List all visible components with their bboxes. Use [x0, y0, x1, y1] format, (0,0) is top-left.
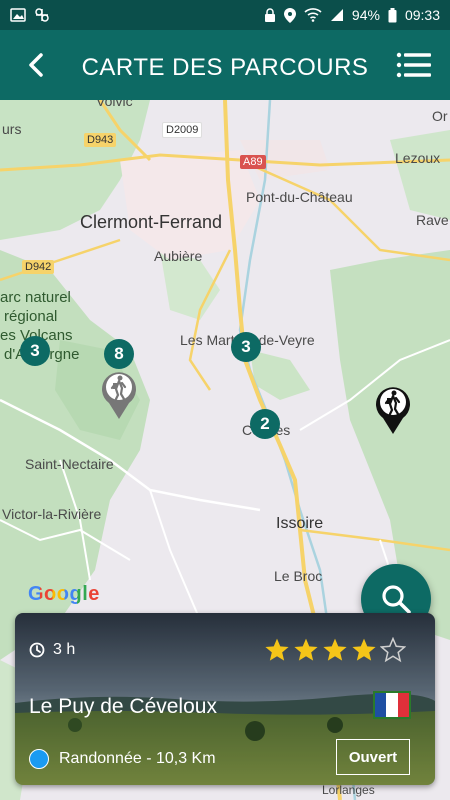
place-label: Victor-la-Rivière: [2, 506, 102, 522]
star-filled-icon: [323, 638, 347, 661]
place-label: urs: [2, 121, 22, 137]
image-icon: [10, 8, 26, 22]
trail-cluster[interactable]: 3: [20, 336, 50, 366]
location-icon: [283, 7, 296, 23]
road-badge-d942: D942: [22, 260, 55, 274]
wifi-icon: [304, 8, 322, 22]
google-attribution: Google: [28, 583, 100, 606]
road-badge-d943: D943: [84, 133, 117, 147]
trail-cluster[interactable]: 2: [250, 409, 280, 439]
google-logo: Google: [28, 583, 100, 605]
rating-stars: [264, 637, 406, 663]
road-badge-d2009: D2009: [162, 122, 203, 138]
star-filled-icon: [352, 638, 376, 661]
trail-type: Randonnée - 10,3 Km: [29, 749, 216, 769]
star-empty-icon: [380, 637, 406, 663]
place-label: Le Broc: [274, 568, 323, 584]
place-label: Clermont-Ferrand: [80, 212, 223, 232]
app-notification-icon: [35, 8, 49, 22]
park-label: arc naturel: [0, 289, 71, 306]
place-label: Lorlanges: [322, 783, 375, 797]
page-title: CARTE DES PARCOURS: [81, 54, 369, 81]
trail-title: Le Puy de Céveloux: [29, 695, 217, 718]
lock-icon: [264, 8, 275, 22]
menu-button[interactable]: [396, 52, 432, 78]
hiker-marker-icon: [376, 387, 410, 434]
place-label: Or: [432, 108, 448, 124]
search-icon: [382, 585, 411, 614]
star-filled-icon: [294, 638, 318, 661]
place-label: Issoire: [276, 515, 324, 532]
trail-duration: 3 h: [29, 641, 75, 659]
hiker-marker-icon: [102, 372, 136, 419]
signal-icon: [330, 9, 343, 21]
france-flag-icon: [373, 691, 411, 719]
place-label: Saint-Nectaire: [25, 456, 114, 472]
trail-card[interactable]: 3 h Le Puy de Céveloux Randonnée - 10,3 …: [15, 613, 435, 785]
battery-level: 94%: [351, 7, 380, 23]
hiker-pin-selected[interactable]: [100, 368, 138, 425]
place-label: Aubière: [154, 248, 203, 264]
type-dot: [29, 749, 49, 769]
status-bar: 94% 09:33: [0, 0, 450, 30]
place-label: Pont-du-Château: [246, 189, 353, 205]
clock: 09:33: [404, 7, 440, 23]
battery-icon: [388, 7, 397, 22]
place-label: Lezoux: [395, 150, 441, 166]
clock-icon: [29, 642, 45, 658]
place-label: Rave: [416, 212, 449, 228]
place-label: Volvic: [96, 100, 133, 109]
trail-cluster[interactable]: 3: [231, 332, 261, 362]
trail-cluster[interactable]: 8: [104, 339, 134, 369]
duration-text: 3 h: [53, 641, 76, 658]
app-bar: CARTE DES PARCOURS: [0, 30, 450, 100]
open-status-button[interactable]: Ouvert: [336, 739, 410, 775]
type-distance-text: Randonnée - 10,3 Km: [59, 750, 216, 767]
star-filled-icon: [265, 638, 289, 661]
list-menu-icon: [396, 52, 431, 78]
park-label: régional: [4, 308, 58, 325]
road-badge-a89: A89: [240, 155, 266, 169]
hiker-pin[interactable]: [374, 383, 412, 440]
